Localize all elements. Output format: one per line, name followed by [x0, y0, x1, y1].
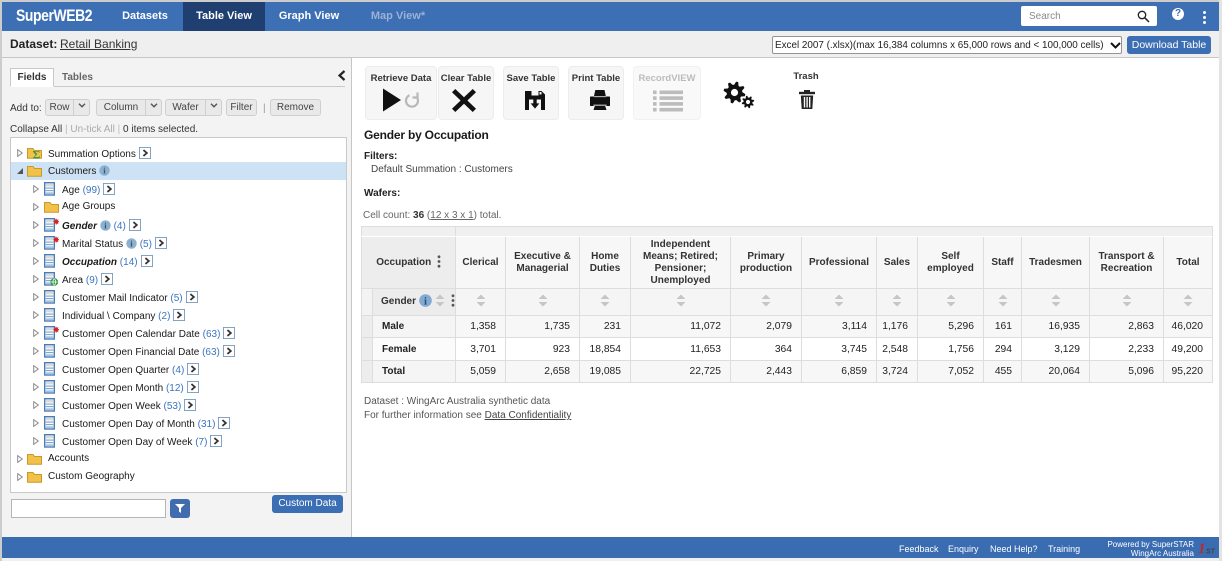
svg-text:1: 1 — [1198, 541, 1206, 555]
svg-text:i: i — [424, 296, 427, 307]
svg-text:ST: ST — [1206, 549, 1215, 556]
svg-text:Σ: Σ — [33, 148, 41, 160]
